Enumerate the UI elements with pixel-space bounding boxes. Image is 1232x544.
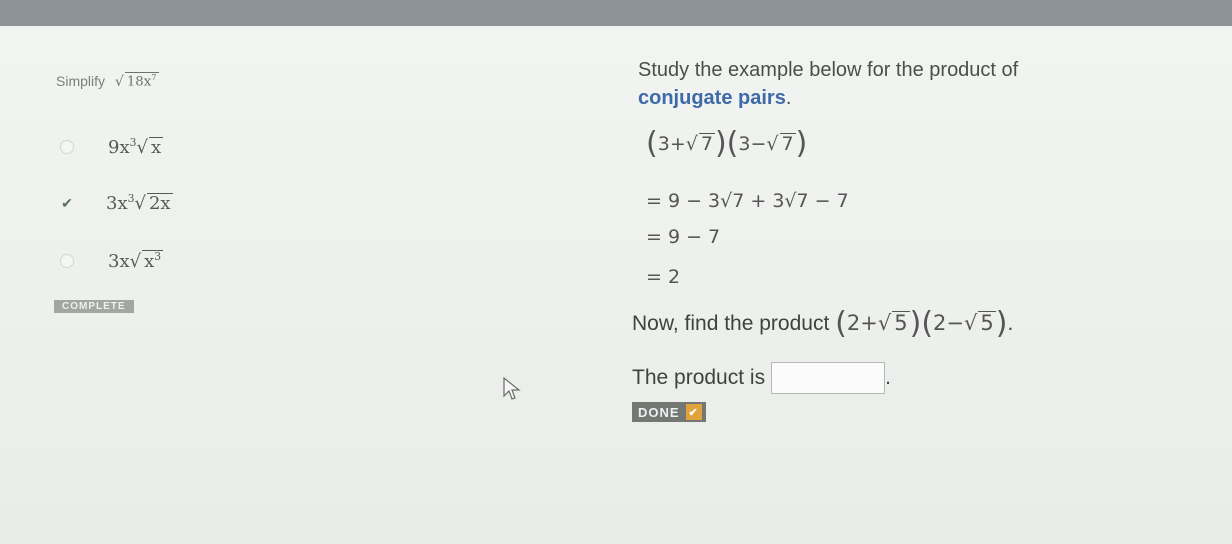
question-prompt: Simplify √ 18x7 (56, 72, 159, 90)
choice-1[interactable]: 9x3√ x (60, 136, 164, 158)
answer-input[interactable] (771, 362, 886, 394)
conjugate-pairs-highlight: conjugate pairs (638, 87, 786, 109)
question-expression: √ 18x7 (114, 72, 159, 90)
lesson-page: Simplify √ 18x7 9x3√ x ✔ 3x3√ 2x 3x√ x3 COMP… (0, 26, 1232, 544)
choice-3-expression: 3x√ x3 (108, 250, 164, 272)
answer-label: The product is (632, 366, 766, 389)
choice-2-expression: 3x3√ 2x (106, 192, 173, 214)
checkmark-icon: ✔ (61, 194, 73, 211)
task-expression: (2+√ 5)(2−√ 5) (835, 306, 1008, 341)
example-panel: Study the example below for the product … (620, 26, 1220, 544)
done-label: DONE (638, 404, 680, 420)
question-label: Simplify (56, 72, 106, 89)
complete-badge: COMPLETE (54, 300, 134, 313)
radio-icon[interactable] (60, 254, 74, 268)
check-icon: ✔ (685, 404, 702, 420)
answer-row: The product is . (632, 362, 891, 394)
done-button[interactable]: DONE ✔ (632, 402, 706, 422)
instructions-line-2: conjugate pairs. (638, 87, 792, 109)
choice-1-expression: 9x3√ x (108, 136, 164, 158)
instructions-line-1: Study the example below for the product … (638, 59, 1019, 81)
task-prompt: Now, find the product (2+√ 5)(2−√ 5). (632, 306, 1014, 341)
browser-top-bar (0, 0, 1232, 26)
example-step-2: = 9 − 7 (646, 226, 721, 248)
example-step-3: = 2 (646, 266, 681, 288)
choice-2[interactable]: ✔ 3x3√ 2x (60, 192, 173, 214)
radio-icon[interactable] (60, 140, 74, 154)
mouse-cursor-icon (503, 376, 521, 400)
example-product: (3+√ 7)(3−√ 7) (646, 126, 808, 161)
instructions: Study the example below for the product … (638, 56, 1018, 112)
choice-3[interactable]: 3x√ x3 (60, 250, 164, 272)
question-panel: Simplify √ 18x7 9x3√ x ✔ 3x3√ 2x 3x√ x3 COMP… (0, 26, 600, 544)
example-step-1: = 9 − 3√7 + 3√7 − 7 (646, 190, 849, 212)
